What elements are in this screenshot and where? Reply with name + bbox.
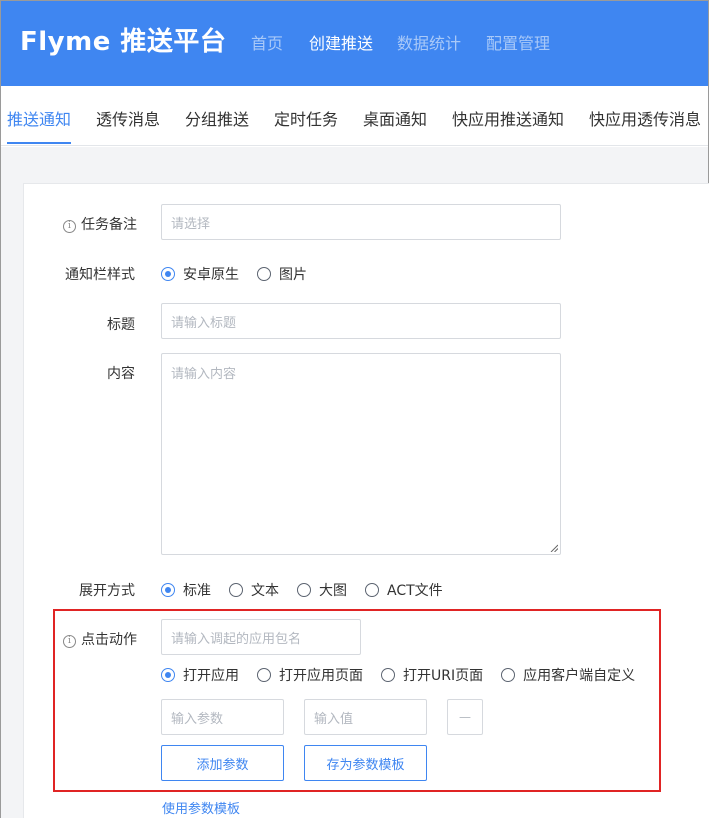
param-value-placeholder: 输入值 xyxy=(314,711,354,727)
param-value-input[interactable]: 输入值 xyxy=(304,699,427,735)
topnav-home[interactable]: 首页 xyxy=(251,30,283,54)
radio-unchecked-icon xyxy=(257,668,271,682)
click-action-label: i 点击动作 xyxy=(63,629,137,649)
brand-logo[interactable]: Flyme 推送平台 xyxy=(20,21,226,58)
radio-android-native[interactable]: 安卓原生 xyxy=(161,264,239,284)
radio-unchecked-icon xyxy=(381,668,395,682)
tab-group-push[interactable]: 分组推送 xyxy=(185,106,249,130)
radio-checked-icon xyxy=(161,668,175,682)
task-note-label: i 任务备注 xyxy=(63,214,137,234)
notify-style-label: 通知栏样式 xyxy=(65,267,135,283)
top-bar: Flyme 推送平台 首页 创建推送 数据统计 配置管理 xyxy=(1,1,708,86)
task-note-select[interactable]: 请选择 xyxy=(161,204,561,240)
tab-passthrough-message[interactable]: 透传消息 xyxy=(96,106,160,130)
tab-push-notification[interactable]: 推送通知 xyxy=(7,106,71,130)
add-param-button[interactable]: 添加参数 xyxy=(161,745,284,781)
tab-quickapp-notification[interactable]: 快应用推送通知 xyxy=(452,106,564,130)
radio-standard[interactable]: 标准 xyxy=(161,580,211,600)
tab-scheduled-task[interactable]: 定时任务 xyxy=(274,106,338,130)
radio-text[interactable]: 文本 xyxy=(229,580,279,600)
save-template-button[interactable]: 存为参数模板 xyxy=(304,745,427,781)
content-placeholder: 请输入内容 xyxy=(171,367,237,382)
content-textarea[interactable]: 请输入内容 xyxy=(161,353,561,555)
radio-label: 打开URI页面 xyxy=(403,668,484,684)
title-placeholder: 请输入标题 xyxy=(171,315,237,331)
info-icon: i xyxy=(63,635,76,648)
radio-label: 打开应用 xyxy=(183,668,239,684)
radio-image[interactable]: 图片 xyxy=(257,264,307,284)
remove-param-button[interactable]: — xyxy=(447,699,483,735)
tab-desktop-notification[interactable]: 桌面通知 xyxy=(363,106,427,130)
info-icon: i xyxy=(63,220,76,233)
radio-label: 安卓原生 xyxy=(183,267,239,283)
active-tab-indicator xyxy=(7,142,71,144)
notify-style-radio-group: 安卓原生 图片 xyxy=(161,264,325,284)
radio-label: 图片 xyxy=(279,267,307,283)
expand-mode-label: 展开方式 xyxy=(79,583,135,599)
radio-open-app[interactable]: 打开应用 xyxy=(161,665,239,685)
radio-label: ACT文件 xyxy=(387,583,443,599)
radio-label: 文本 xyxy=(251,583,279,599)
radio-big-image[interactable]: 大图 xyxy=(297,580,347,600)
radio-label: 大图 xyxy=(319,583,347,599)
param-key-input[interactable]: 输入参数 xyxy=(161,699,284,735)
radio-unchecked-icon xyxy=(365,583,379,597)
radio-act-file[interactable]: ACT文件 xyxy=(365,580,443,600)
param-key-placeholder: 输入参数 xyxy=(171,711,224,727)
package-name-placeholder: 请输入调起的应用包名 xyxy=(171,631,302,647)
topnav-statistics[interactable]: 数据统计 xyxy=(397,30,461,54)
topnav-config[interactable]: 配置管理 xyxy=(486,30,550,54)
radio-label: 标准 xyxy=(183,583,211,599)
radio-label: 应用客户端自定义 xyxy=(523,668,636,684)
task-note-placeholder: 请选择 xyxy=(171,216,211,232)
radio-unchecked-icon xyxy=(229,583,243,597)
sub-nav: 推送通知 透传消息 分组推送 定时任务 桌面通知 快应用推送通知 快应用透传消息 xyxy=(1,86,708,146)
use-template-link[interactable]: 使用参数模板 xyxy=(162,798,240,817)
title-label: 标题 xyxy=(107,317,135,333)
radio-checked-icon xyxy=(161,267,175,281)
radio-unchecked-icon xyxy=(501,668,516,682)
resize-handle-icon[interactable] xyxy=(550,544,558,552)
radio-checked-icon xyxy=(161,583,175,597)
minus-icon: — xyxy=(459,710,471,724)
radio-unchecked-icon xyxy=(297,583,311,597)
radio-unchecked-icon xyxy=(257,267,271,281)
content-label: 内容 xyxy=(107,366,135,382)
click-action-radio-group: 打开应用 打开应用页面 打开URI页面 应用客户端自定义 xyxy=(161,665,653,685)
package-name-input[interactable]: 请输入调起的应用包名 xyxy=(161,619,361,655)
topnav-create-push[interactable]: 创建推送 xyxy=(309,30,373,54)
expand-mode-radio-group: 标准 文本 大图 ACT文件 xyxy=(161,580,461,600)
radio-open-uri-page[interactable]: 打开URI页面 xyxy=(381,665,483,685)
radio-label: 打开应用页面 xyxy=(279,668,363,684)
tab-quickapp-passthrough[interactable]: 快应用透传消息 xyxy=(589,106,701,130)
radio-open-app-page[interactable]: 打开应用页面 xyxy=(257,665,363,685)
radio-client-custom[interactable]: 应用客户端自定义 xyxy=(501,665,635,685)
title-input[interactable]: 请输入标题 xyxy=(161,303,561,339)
